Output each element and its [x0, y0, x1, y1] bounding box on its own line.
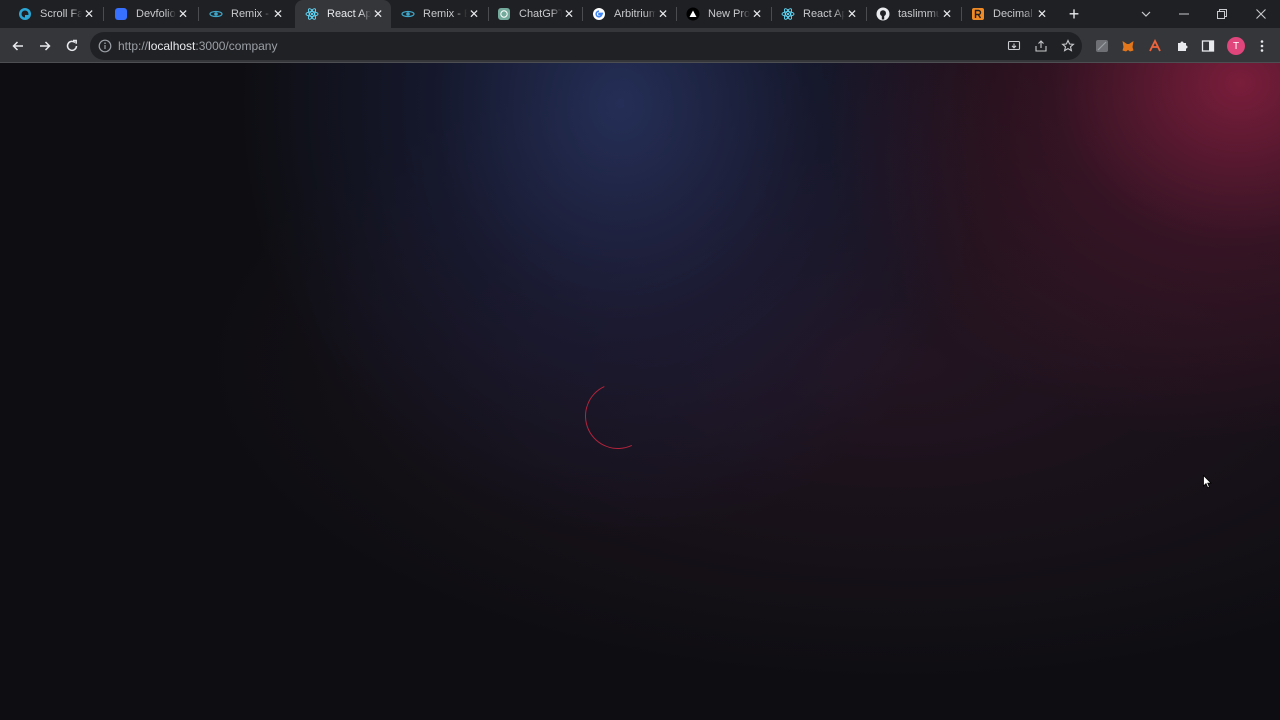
- install-app-icon[interactable]: [1007, 39, 1021, 53]
- tab-devfolio[interactable]: Devfolio ✕: [104, 0, 196, 28]
- close-tab-icon[interactable]: ✕: [467, 7, 481, 21]
- close-tab-icon[interactable]: ✕: [562, 7, 576, 21]
- extension-a-icon[interactable]: [1148, 39, 1162, 53]
- close-tab-icon[interactable]: ✕: [940, 7, 954, 21]
- vercel-icon: [686, 7, 700, 21]
- tab-decimal[interactable]: Decimal ✕: [961, 0, 1055, 28]
- remix-icon: [209, 7, 223, 21]
- bookmark-star-icon[interactable]: [1061, 39, 1075, 53]
- close-tab-icon[interactable]: ✕: [371, 7, 385, 21]
- tab-arbitrium[interactable]: Arbitrium ✕: [582, 0, 676, 28]
- browser-toolbar: http://localhost:3000/company T: [0, 28, 1280, 63]
- close-tab-icon[interactable]: ✕: [82, 7, 96, 21]
- reload-button[interactable]: [61, 35, 83, 57]
- close-tab-icon[interactable]: ✕: [176, 7, 190, 21]
- reload-icon: [66, 39, 78, 52]
- url-text: http://localhost:3000/company: [118, 39, 277, 53]
- tab-title: Remix - Ethereum IDE: [231, 8, 271, 20]
- tab-chatgpt[interactable]: ChatGPT ✕: [487, 0, 582, 28]
- side-panel-icon[interactable]: [1201, 39, 1215, 53]
- close-tab-icon[interactable]: ✕: [656, 7, 670, 21]
- r-icon: [971, 7, 985, 21]
- google-icon: [592, 7, 606, 21]
- tab-title: ChatGPT: [519, 8, 562, 20]
- arrow-left-icon: [12, 41, 23, 51]
- tab-strip: Scroll Faucet ✕ Devfolio ✕ Remix - Ether…: [0, 0, 1280, 28]
- tab-github[interactable]: taslimmu ✕: [866, 0, 960, 28]
- extensions-puzzle-icon[interactable]: [1175, 39, 1189, 53]
- github-icon: [876, 7, 890, 21]
- profile-avatar[interactable]: T: [1227, 37, 1245, 55]
- react-icon: [781, 7, 795, 21]
- minimize-button[interactable]: [1165, 0, 1203, 28]
- tab-react-app-active[interactable]: React App ✕: [295, 0, 391, 28]
- back-button[interactable]: [7, 35, 29, 57]
- tab-search-button[interactable]: [1127, 0, 1165, 28]
- mouse-cursor-icon: [1203, 475, 1212, 489]
- scroll-icon: [18, 7, 32, 21]
- tab-scroll-faucet[interactable]: Scroll Faucet ✕: [8, 0, 102, 28]
- extension-gray-icon[interactable]: [1095, 39, 1109, 53]
- metamask-icon[interactable]: [1121, 39, 1135, 53]
- close-window-button[interactable]: [1242, 0, 1280, 28]
- tab-react-app-2[interactable]: React App ✕: [771, 0, 865, 28]
- share-icon[interactable]: [1034, 39, 1048, 53]
- tab-title: Arbitrium: [614, 8, 656, 20]
- chevron-down-icon: [1141, 11, 1151, 17]
- tab-title: React App: [803, 8, 845, 20]
- page-viewport: [0, 63, 1280, 720]
- arrow-right-icon: [40, 41, 51, 51]
- url-path: :3000/company: [195, 39, 278, 53]
- tab-title: Decimal: [993, 8, 1033, 20]
- url-scheme: http://: [118, 39, 149, 53]
- close-tab-icon[interactable]: ✕: [1035, 7, 1049, 21]
- tab-remix-2[interactable]: Remix - Ethereum IDE ✕: [391, 0, 487, 28]
- address-bar[interactable]: http://localhost:3000/company: [90, 32, 1082, 60]
- tab-title: New Project: [708, 8, 750, 20]
- close-tab-icon[interactable]: ✕: [271, 7, 285, 21]
- new-tab-button[interactable]: +: [1064, 4, 1084, 24]
- url-host: localhost: [148, 39, 196, 53]
- close-tab-icon[interactable]: ✕: [845, 7, 859, 21]
- loading-spinner-icon: [575, 373, 661, 459]
- react-icon: [305, 7, 319, 21]
- more-menu-icon[interactable]: [1255, 39, 1269, 53]
- tab-title: taslimmu: [898, 8, 940, 20]
- close-icon: [1256, 9, 1266, 19]
- restore-icon: [1217, 9, 1227, 19]
- tab-title: Devfolio: [136, 8, 176, 20]
- chatgpt-icon: [497, 7, 511, 21]
- devfolio-icon: [114, 7, 128, 21]
- site-info-icon[interactable]: [98, 39, 112, 53]
- tab-title: React App: [327, 8, 371, 20]
- forward-button[interactable]: [34, 35, 56, 57]
- tab-title: Remix - Ethereum IDE: [423, 8, 467, 20]
- restore-button[interactable]: [1203, 0, 1241, 28]
- tab-remix[interactable]: Remix - Ethereum IDE ✕: [199, 0, 291, 28]
- tab-title: Scroll Faucet: [40, 8, 82, 20]
- minimize-icon: [1179, 13, 1189, 15]
- remix-icon: [401, 7, 415, 21]
- tab-new-project[interactable]: New Project ✕: [676, 0, 770, 28]
- close-tab-icon[interactable]: ✕: [750, 7, 764, 21]
